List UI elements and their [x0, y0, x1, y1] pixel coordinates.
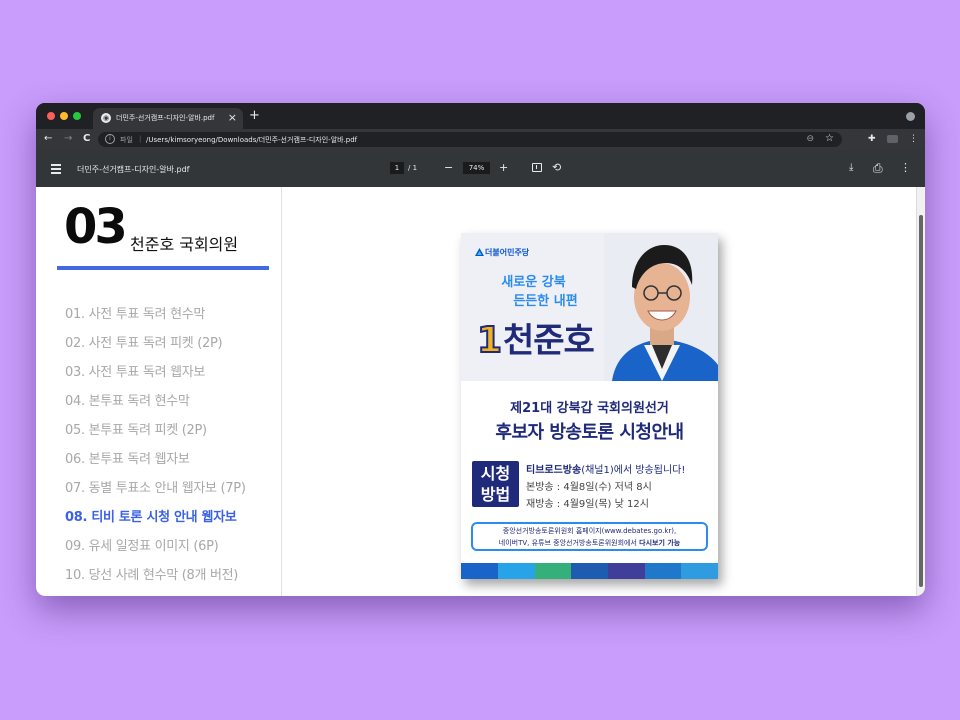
broadcast-info: 티브로드방송(채널1)에서 방송됩니다! — [526, 461, 685, 476]
reload-icon[interactable]: C — [83, 133, 90, 145]
fit-page-icon[interactable] — [532, 163, 542, 172]
zoom-out-button[interactable]: − — [444, 161, 453, 175]
toc-item: 02. 사전 투표 독려 피켓 (2P) — [65, 336, 223, 351]
section-title: 천준호 국회의원 — [130, 235, 239, 254]
slogan: 새로운 강북 든든한 내편 — [461, 273, 606, 311]
viewing-method-line-2: 방법 — [480, 485, 511, 504]
tab-title: 더민주-선거캠프-디자인-알바.pdf — [116, 114, 215, 122]
replay-line-2-text: 네이버TV, 유튜브 중앙선거방송토론위원회에서 — [498, 539, 640, 547]
toc-item: 08. 티비 토론 시청 안내 웹자보 — [65, 510, 237, 525]
debate-poster: 더불어민주당 새로운 강북 든든한 내편 1 천준호 제21대 강북갑 국회의원… — [461, 233, 718, 579]
replay-line-1: 중앙선거방송토론위원회 홈페이지(www.debates.go.kr), — [502, 527, 677, 535]
new-tab-button[interactable]: + — [249, 109, 260, 123]
bookmark-star-icon[interactable]: ☆ — [825, 133, 834, 144]
rebroadcast: 재방송 : 4월9일(목) 낮 12시 — [526, 499, 649, 510]
hamburger-menu-icon[interactable] — [51, 164, 61, 176]
minimize-window-button[interactable] — [60, 112, 68, 120]
back-icon[interactable]: ← — [44, 133, 52, 145]
address-toolbar: ← → C i 파일 | /Users/kimsoryeong/Download… — [36, 129, 925, 150]
pdf-more-icon[interactable]: ⋮ — [900, 161, 911, 175]
section-rule — [57, 266, 269, 270]
broadcast-rest: (채널1)에서 방송됩니다! — [581, 465, 686, 476]
poster-title-line-2: 후보자 방송토론 시청안내 — [495, 422, 684, 443]
globe-icon: ◉ — [101, 113, 111, 123]
color-stripe-6 — [645, 563, 681, 579]
address-separator: | — [139, 135, 142, 143]
vertical-scrollbar[interactable] — [916, 187, 925, 596]
extension-badge-icon[interactable] — [887, 135, 898, 143]
browser-menu-icon[interactable]: ⋮ — [909, 133, 918, 145]
page-total: / 1 — [408, 164, 418, 172]
color-stripe-2 — [498, 563, 535, 579]
viewing-method-badge: 시청 방법 — [472, 461, 519, 507]
pdf-file-name: 더민주-선거캠프-디자인-알바.pdf — [77, 165, 190, 174]
zoom-in-button[interactable]: + — [499, 161, 508, 175]
candidate-number: 1 — [476, 320, 503, 362]
close-tab-icon[interactable]: × — [228, 111, 237, 125]
party-logo: 더불어민주당 — [475, 247, 529, 258]
zoom-level-input[interactable]: 74% — [463, 162, 490, 174]
profile-icon[interactable] — [906, 112, 915, 121]
close-window-button[interactable] — [47, 112, 55, 120]
party-name: 더불어민주당 — [485, 248, 530, 257]
toc-item: 05. 본투표 독려 피켓 (2P) — [65, 423, 207, 438]
color-stripe-7 — [681, 563, 718, 579]
tab-strip: ◉ 더민주-선거캠프-디자인-알바.pdf × + — [36, 103, 925, 129]
toc-item: 03. 사전 투표 독려 웹자보 — [65, 365, 206, 380]
browser-window: ◉ 더민주-선거캠프-디자인-알바.pdf × + ← → C i 파일 | /… — [36, 103, 925, 596]
replay-info-box: 중앙선거방송토론위원회 홈페이지(www.debates.go.kr), 네이버… — [471, 522, 708, 551]
candidate-name: 천준호 — [503, 321, 595, 361]
toc-item: 06. 본투표 독려 웹자보 — [65, 452, 190, 467]
address-url[interactable]: /Users/kimsoryeong/Downloads/더민주-선거캠프-디자… — [146, 135, 357, 145]
section-number: 03 — [64, 199, 128, 255]
scrollbar-thumb[interactable] — [919, 215, 923, 587]
info-icon[interactable]: i — [105, 134, 115, 144]
broadcast-channel: 티브로드방송 — [526, 465, 582, 476]
toc-list: 01. 사전 투표 독려 현수막 02. 사전 투표 독려 피켓 (2P) 03. … — [65, 300, 246, 590]
main-broadcast: 본방송 : 4월8일(수) 저녁 8시 — [526, 482, 652, 493]
tab-pdf[interactable]: ◉ 더민주-선거캠프-디자인-알바.pdf × — [93, 108, 243, 129]
toc-item: 01. 사전 투표 독려 현수막 — [65, 307, 206, 322]
address-protocol: 파일 — [120, 136, 133, 144]
download-icon[interactable]: ⤓ — [849, 161, 853, 175]
slogan-line-1: 새로운 강북 — [501, 275, 566, 290]
replay-emphasis: 다시보기 가능 — [639, 539, 681, 547]
extensions-icon[interactable]: ✚ — [868, 133, 876, 145]
column-divider — [281, 187, 282, 596]
replay-line-2: 네이버TV, 유튜브 중앙선거방송토론위원회에서 다시보기 가능 — [473, 537, 706, 549]
forward-icon[interactable]: → — [64, 133, 72, 145]
toc-item: 04. 본투표 독려 현수막 — [65, 394, 190, 409]
slogan-line-2: 든든한 내편 — [513, 294, 578, 309]
viewing-method-line-1: 시청 — [480, 464, 511, 483]
color-stripe-4 — [571, 563, 608, 579]
print-icon[interactable]: ⎙ — [873, 161, 883, 175]
page-number-input[interactable]: 1 — [390, 162, 404, 174]
pdf-toolbar: 더민주-선거캠프-디자인-알바.pdf 1 / 1 − 74% + ⟲ ⤓ ⎙ … — [36, 150, 925, 187]
address-bar[interactable]: i 파일 | /Users/kimsoryeong/Downloads/더민주-… — [98, 132, 842, 147]
toc-item: 07. 동별 투표소 안내 웹자보 (7P) — [65, 481, 246, 496]
party-logo-icon — [475, 248, 484, 256]
poster-title-line-1: 제21대 강북갑 국회의원선거 — [510, 401, 669, 416]
rotate-icon[interactable]: ⟲ — [552, 161, 561, 175]
zoom-icon[interactable]: ⊖ — [806, 134, 814, 144]
color-stripe-3 — [535, 563, 571, 579]
color-stripe-5 — [608, 563, 645, 579]
maximize-window-button[interactable] — [73, 112, 81, 120]
toc-item: 10. 당선 사례 현수막 (8개 버전) — [65, 568, 239, 583]
color-stripe-1 — [461, 563, 498, 579]
poster-hero: 더불어민주당 새로운 강북 든든한 내편 1 천준호 — [461, 233, 718, 381]
toc-item: 09. 유세 일정표 이미지 (6P) — [65, 539, 219, 554]
pdf-page: 03 천준호 국회의원 01. 사전 투표 독려 현수막 02. 사전 투표 독려… — [36, 187, 925, 596]
candidate-photo — [604, 233, 718, 381]
